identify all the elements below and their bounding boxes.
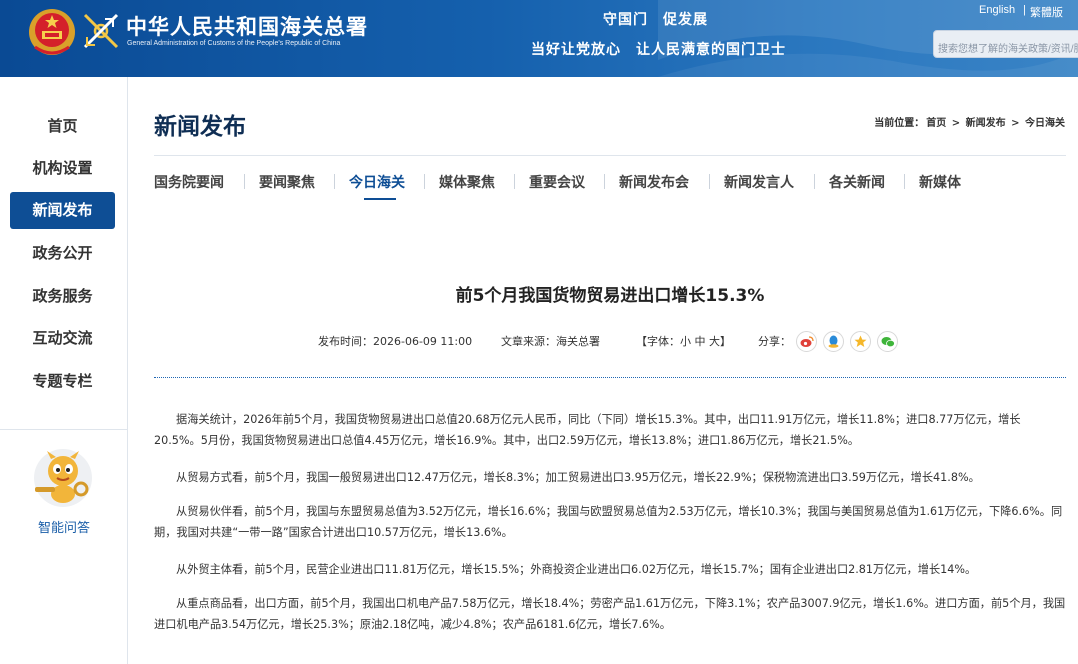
lang-separator: | (1023, 4, 1026, 16)
tab-spokesperson[interactable]: 新闻发言人 (724, 172, 794, 192)
sidebar-item-news[interactable]: 新闻发布 (10, 192, 115, 229)
smart-qa-link[interactable]: 智能问答 (0, 517, 128, 536)
breadcrumb-news[interactable]: 新闻发布 (966, 118, 1006, 129)
publish-time: 发布时间：2026-06-09 11:00 (318, 335, 473, 348)
tabs-top-border (154, 155, 1066, 156)
font-medium-button[interactable]: 中 (695, 335, 706, 348)
tab-customs-today[interactable]: 今日海关 (349, 172, 405, 192)
sidebar: 首页 机构设置 新闻发布 政务公开 政务服务 互动交流 专题专栏 智能问答 (0, 77, 128, 664)
customs-logo-icon[interactable] (81, 11, 121, 51)
national-emblem-icon[interactable] (27, 7, 77, 59)
breadcrumb-separator: > (951, 118, 961, 129)
breadcrumb-home[interactable]: 首页 (926, 118, 946, 129)
sidebar-item-home[interactable]: 首页 (10, 108, 115, 145)
sidebar-item-interaction[interactable]: 互动交流 (10, 320, 115, 357)
article-divider (154, 377, 1066, 378)
tab-key-news[interactable]: 要闻聚焦 (259, 172, 315, 192)
tab-separator (904, 174, 905, 189)
font-size-label-close: 】 (720, 335, 731, 348)
tab-separator (604, 174, 605, 189)
font-size-control: 【字体：小 中 大】 (636, 333, 731, 349)
breadcrumb-current[interactable]: 今日海关 (1025, 118, 1065, 129)
tab-important-meetings[interactable]: 重要会议 (529, 172, 585, 192)
tab-separator (814, 174, 815, 189)
sidebar-item-gov-services[interactable]: 政务服务 (10, 278, 115, 315)
lang-traditional-link[interactable]: 繁體版 (1030, 4, 1063, 20)
tab-media-focus[interactable]: 媒体聚焦 (439, 172, 495, 192)
wechat-share-icon[interactable] (877, 331, 898, 352)
weibo-share-icon[interactable] (796, 331, 817, 352)
tab-state-council-news[interactable]: 国务院要闻 (154, 172, 224, 192)
tab-local-customs-news[interactable]: 各关新闻 (829, 172, 885, 192)
font-large-button[interactable]: 大 (709, 335, 720, 348)
breadcrumb-separator: > (1011, 118, 1020, 129)
article-paragraph: 据海关统计，2026年前5个月，我国货物贸易进出口总值20.68万亿元人民币，同… (154, 413, 1021, 447)
article-source: 文章来源：海关总署 (501, 335, 600, 348)
sidebar-item-organization[interactable]: 机构设置 (10, 150, 115, 187)
active-tab-underline (364, 198, 396, 200)
article-paragraph: 从重点商品看，出口方面，前5个月，我国出口机电产品7.58万亿元，增长18.4%… (154, 597, 1066, 631)
page-title: 新闻发布 (154, 113, 246, 140)
tab-separator (334, 174, 335, 189)
tab-separator (709, 174, 710, 189)
sidebar-item-gov-affairs[interactable]: 政务公开 (10, 235, 115, 272)
slogan-line-1: 守国门 促发展 (603, 12, 708, 28)
tab-separator (514, 174, 515, 189)
mascot-icon[interactable] (29, 447, 97, 509)
article-paragraph: 从贸易方式看，前5个月，我国一般贸易进出口12.47万亿元，增长8.3%；加工贸… (176, 471, 980, 484)
tab-press-conference[interactable]: 新闻发布会 (619, 172, 689, 192)
site-title-en: General Administration of Customs of the… (127, 40, 341, 47)
article-paragraph: 从外贸主体看，前5个月，民营企业进出口11.81万亿元，增长15.5%；外商投资… (176, 563, 977, 576)
qzone-share-icon[interactable] (850, 331, 871, 352)
article-paragraph: 从贸易伙伴看，前5个月，我国与东盟贸易总值为3.52万亿元，增长16.6%；我国… (154, 505, 1063, 539)
article-title: 前5个月我国货物贸易进出口增长15.3% (455, 286, 765, 306)
search-input[interactable]: 搜索您想了解的海关政策/资讯/服务 (933, 30, 1078, 58)
qq-share-icon[interactable] (823, 331, 844, 352)
sidebar-divider (0, 429, 128, 430)
font-small-button[interactable]: 小 (680, 335, 691, 348)
slogan-line-2: 当好让党放心 让人民满意的国门卫士 (531, 42, 786, 58)
breadcrumb: 当前位置： 首页 > 新闻发布 > 今日海关 (873, 114, 1066, 129)
sidebar-item-topics[interactable]: 专题专栏 (10, 363, 115, 400)
tab-separator (244, 174, 245, 189)
tab-separator (424, 174, 425, 189)
share-label: 分享： (758, 335, 791, 348)
tab-new-media[interactable]: 新媒体 (919, 172, 961, 192)
font-size-label: 【字体： (636, 335, 680, 348)
site-title[interactable]: 中华人民共和国海关总署 (126, 11, 368, 41)
breadcrumb-prefix: 当前位置： (874, 118, 925, 129)
site-header: 中华人民共和国海关总署 General Administration of Cu… (0, 0, 1078, 77)
lang-english-link[interactable]: English (979, 4, 1015, 16)
